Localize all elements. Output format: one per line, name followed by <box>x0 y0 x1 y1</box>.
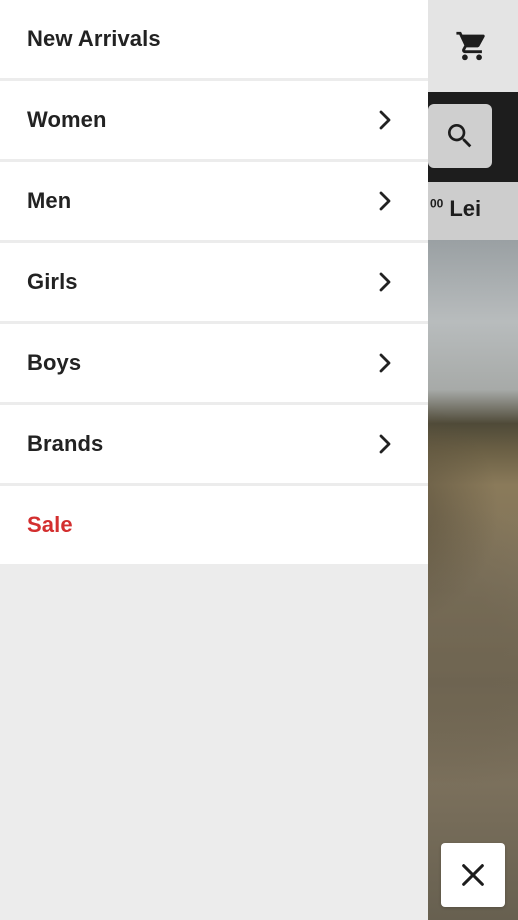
menu-item-brands[interactable]: Brands <box>0 405 428 483</box>
price-cents: 00 <box>430 196 444 211</box>
close-icon <box>462 864 484 886</box>
chevron-right-icon <box>376 109 394 131</box>
menu-item-men[interactable]: Men <box>0 162 428 240</box>
navigation-drawer: New Arrivals Women Men Girls Boys Brands… <box>0 0 428 920</box>
menu-item-new-arrivals[interactable]: New Arrivals <box>0 0 428 78</box>
menu-item-girls[interactable]: Girls <box>0 243 428 321</box>
chevron-right-icon <box>376 271 394 293</box>
price-currency: Lei <box>449 196 482 221</box>
menu-item-boys[interactable]: Boys <box>0 324 428 402</box>
chevron-right-icon <box>376 190 394 212</box>
cart-button[interactable] <box>450 24 494 68</box>
chevron-right-icon <box>376 433 394 455</box>
menu-item-label: Women <box>27 107 107 132</box>
menu-item-label: Boys <box>27 350 82 375</box>
menu-item-sale[interactable]: Sale <box>0 486 428 564</box>
menu-item-label: Men <box>27 188 72 213</box>
menu-item-label: New Arrivals <box>27 26 161 51</box>
search-button[interactable] <box>428 104 492 168</box>
menu-item-label: Brands <box>27 431 104 456</box>
menu-item-women[interactable]: Women <box>0 81 428 159</box>
chevron-right-icon <box>376 352 394 374</box>
price-text: 00 Lei <box>430 196 481 222</box>
menu-item-label: Sale <box>27 512 73 537</box>
search-icon <box>448 124 472 148</box>
shopping-cart-icon <box>456 31 485 61</box>
close-drawer-button[interactable] <box>441 843 505 907</box>
menu-item-label: Girls <box>27 269 78 294</box>
